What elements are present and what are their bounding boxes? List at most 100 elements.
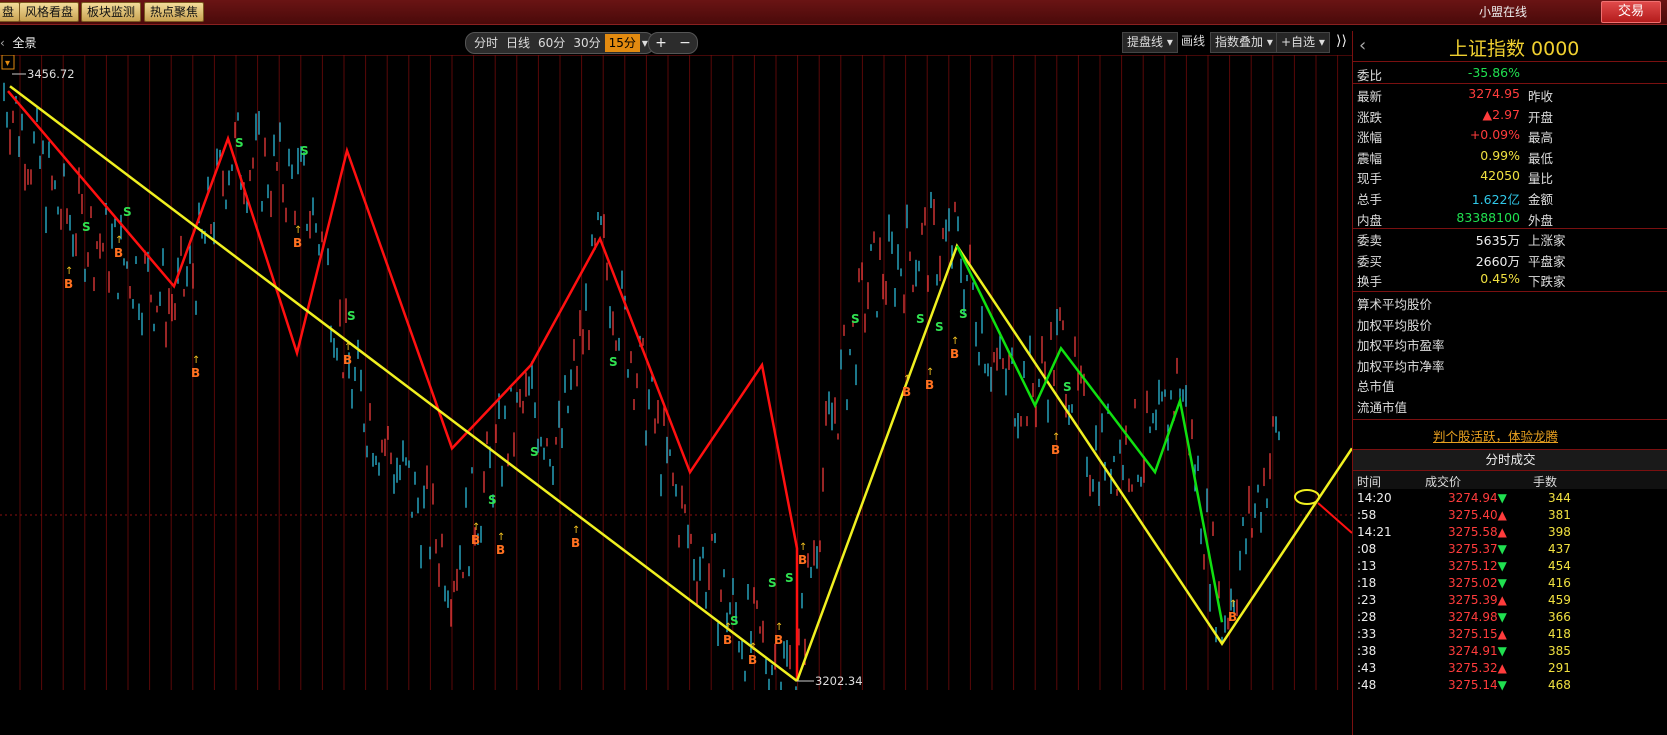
chevron-down-icon: ▾ bbox=[1166, 35, 1173, 49]
tick-volume: 366 bbox=[1548, 610, 1571, 624]
tick-time: :08 bbox=[1357, 542, 1377, 556]
tick-volume: 398 bbox=[1548, 525, 1571, 539]
quote2-row: 委买 2660万 平盘家 bbox=[1353, 251, 1667, 271]
tick-price: 3275.15▲ bbox=[1448, 627, 1507, 641]
stat-label: 加权平均市盈率 bbox=[1357, 338, 1445, 354]
quote2-label: 换手 bbox=[1357, 274, 1383, 290]
buy-arrow-icon: ↑ bbox=[115, 235, 123, 246]
tick-price: 3275.02▼ bbox=[1448, 576, 1507, 590]
buy-signal: B bbox=[902, 385, 911, 399]
draw-line-button[interactable]: 画线 bbox=[1177, 32, 1209, 51]
sell-signal: S bbox=[1063, 380, 1072, 394]
index-overlay-button[interactable]: 指数叠加 ▾ bbox=[1210, 32, 1278, 53]
stat-label: 总市值 bbox=[1357, 379, 1395, 395]
watchlist-button[interactable]: +自选 ▾ bbox=[1276, 32, 1330, 53]
stock-title: 上证指数 0000 bbox=[1449, 38, 1580, 60]
panorama-label[interactable]: ‹ 全景 bbox=[0, 34, 36, 51]
tick-direction-icon: ▼ bbox=[1497, 576, 1507, 590]
tick-row: :08 3275.37▼ 437 bbox=[1353, 542, 1667, 559]
tab-60min[interactable]: 60分 bbox=[534, 34, 569, 52]
ticks-title[interactable]: 分时成交 bbox=[1353, 449, 1667, 471]
tab-30min[interactable]: 30分 bbox=[569, 34, 604, 52]
promo-link[interactable]: 判个股活跃，体验龙腾 bbox=[1433, 426, 1558, 445]
sell-signal: S bbox=[347, 309, 356, 323]
pan-button[interactable]: 盘 bbox=[0, 2, 21, 22]
buy-signal: B bbox=[471, 533, 480, 547]
quote2-row: 换手 0.45% 下跌家 bbox=[1353, 271, 1667, 291]
tick-price: 3274.94▼ bbox=[1448, 491, 1507, 505]
quote2-right-label: 下跌家 bbox=[1528, 274, 1566, 290]
style-view-button[interactable]: 风格看盘 bbox=[19, 2, 80, 22]
tick-row: :48 3275.14▼ 468 bbox=[1353, 678, 1667, 695]
sell-signal: S bbox=[785, 571, 794, 585]
price-low-label: 3202.34 bbox=[815, 674, 863, 688]
sell-signal: S bbox=[935, 320, 944, 334]
tick-time: :13 bbox=[1357, 559, 1377, 573]
quote-right-label: 最高 bbox=[1528, 130, 1554, 146]
buy-arrow-icon: ↑ bbox=[799, 542, 807, 553]
sell-signal: S bbox=[235, 136, 244, 150]
tick-row: :58 3275.40▲ 381 bbox=[1353, 508, 1667, 525]
buy-arrow-icon: ↑ bbox=[65, 266, 73, 277]
collapse-icon[interactable]: ⟩⟩ bbox=[1332, 32, 1351, 51]
online-label[interactable]: 小盟在线 bbox=[1479, 3, 1527, 20]
tick-direction-icon: ▼ bbox=[1497, 559, 1507, 573]
sell-signal: S bbox=[959, 307, 968, 321]
buy-arrow-icon: ↑ bbox=[294, 225, 302, 236]
price-chart[interactable]: S S S S S S S S S S S S S S S S ↑ B ↑ B ↑ B ↑ B ↑ B ↑ B ↑ B ↑ B ↑ B ↑ B ↑ B ↑ B… bbox=[0, 54, 1354, 727]
tick-row: :28 3274.98▼ 366 bbox=[1353, 610, 1667, 627]
quote2-right-label: 平盘家 bbox=[1528, 253, 1566, 269]
buy-signal: B bbox=[1051, 443, 1060, 457]
buy-signal: B bbox=[798, 553, 807, 567]
stat-label: 流通市值 bbox=[1357, 400, 1408, 415]
tick-time: :48 bbox=[1357, 678, 1377, 692]
tick-volume: 416 bbox=[1548, 576, 1571, 590]
quote-sidebar: ‹ 上证指数 0000 委比 -35.86% 最新 3274.95 昨收 涨跌 … bbox=[1352, 31, 1667, 735]
tick-volume: 291 bbox=[1548, 661, 1571, 675]
buy-signal: B bbox=[114, 246, 123, 260]
tab-15min[interactable]: 15分 bbox=[604, 34, 640, 52]
buy-signal: B bbox=[64, 277, 73, 291]
tick-row: :23 3275.39▲ 459 bbox=[1353, 593, 1667, 610]
quote-row: 内盘 83388100 外盘 bbox=[1353, 210, 1667, 230]
back-icon[interactable]: ‹ bbox=[1359, 35, 1366, 56]
quote2-label: 委卖 bbox=[1357, 233, 1383, 248]
divider bbox=[1353, 83, 1667, 84]
tick-price: 3275.32▲ bbox=[1448, 661, 1507, 675]
period-selector: 分时 日线 60分 30分 15分 ▾ bbox=[465, 32, 655, 54]
quote2-label: 委买 bbox=[1357, 253, 1383, 269]
tab-daily[interactable]: 日线 bbox=[502, 34, 534, 52]
buy-arrow-icon: ↑ bbox=[775, 622, 783, 633]
tick-volume: 418 bbox=[1548, 627, 1571, 641]
zoom-in-button[interactable]: + bbox=[655, 35, 667, 51]
quote2-value: 5635万 bbox=[1475, 233, 1520, 248]
price-high-label: 3456.72 bbox=[27, 67, 75, 81]
tick-volume: 454 bbox=[1548, 559, 1571, 573]
buy-signal: B bbox=[774, 633, 783, 647]
quote-right-label: 昨收 bbox=[1528, 89, 1554, 104]
tick-row: :33 3275.15▲ 418 bbox=[1353, 627, 1667, 644]
quote2-row: 委卖 5635万 上涨家 bbox=[1353, 230, 1667, 250]
tick-price: 3274.91▼ bbox=[1448, 644, 1507, 658]
quote-label: 涨幅 bbox=[1357, 130, 1383, 146]
tick-price-text: 3275.37 bbox=[1448, 542, 1498, 556]
lift-line-button[interactable]: 提盘线 ▾ bbox=[1122, 32, 1178, 53]
tick-direction-icon: ▲ bbox=[1497, 593, 1507, 607]
buy-arrow-icon: ↑ bbox=[724, 622, 732, 633]
zoom-out-button[interactable]: − bbox=[679, 35, 691, 51]
buy-signal: B bbox=[343, 353, 352, 367]
buy-signal: B bbox=[723, 633, 732, 647]
tick-price: 3275.58▲ bbox=[1448, 525, 1507, 539]
hotspot-button[interactable]: 热点聚焦 bbox=[144, 2, 205, 22]
ticks-columns: 时间 成交价 手数 bbox=[1353, 471, 1667, 489]
trade-button[interactable]: 交易 bbox=[1601, 1, 1661, 23]
buy-signal: B bbox=[191, 366, 200, 380]
sector-monitor-button[interactable]: 板块监测 bbox=[81, 2, 142, 22]
divider bbox=[1353, 419, 1667, 420]
left-arrow-icon: ‹ bbox=[0, 36, 5, 50]
tab-minute[interactable]: 分时 bbox=[470, 34, 502, 52]
tick-direction-icon: ▼ bbox=[1497, 678, 1507, 692]
buy-signal: B bbox=[571, 536, 580, 550]
quote-row: 涨幅 +0.09% 最高 bbox=[1353, 127, 1667, 147]
buy-arrow-icon: ↑ bbox=[572, 525, 580, 536]
